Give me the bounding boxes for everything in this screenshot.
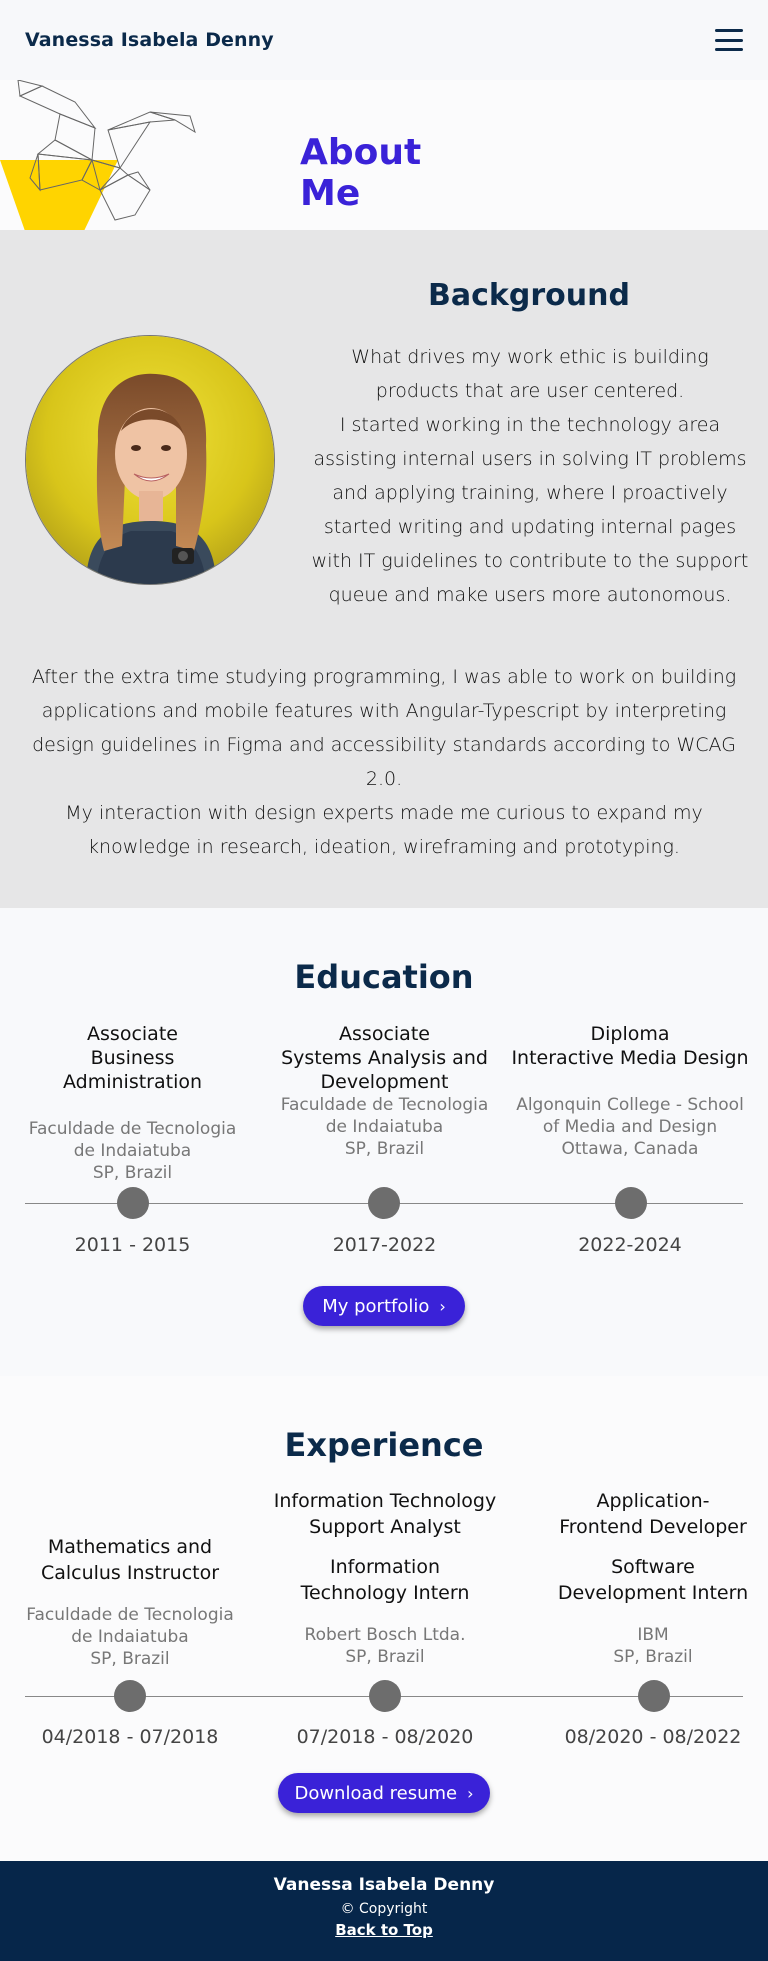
experience-item: Mathematics and Calculus Instructor Facu…	[15, 1534, 245, 1670]
top-navigation-bar: Vanessa Isabela Denny	[0, 0, 768, 80]
page-title: About Me	[300, 132, 422, 214]
school-location: SP, Brazil	[92, 1163, 173, 1183]
brand-name[interactable]: Vanessa Isabela Denny	[25, 29, 274, 51]
hamburger-line	[715, 29, 743, 32]
company-location: SP, Brazil	[613, 1647, 693, 1667]
download-resume-label: Download resume	[294, 1782, 458, 1804]
experience-dates: 08/2020 - 08/2022	[564, 1726, 742, 1748]
education-section: Education Associate Business Administrat…	[0, 908, 768, 1376]
degree-name: Interactive Media Design	[511, 1047, 749, 1069]
experience-section: Experience Mathematics and Calculus Inst…	[0, 1376, 768, 1861]
education-years: 2017-2022	[332, 1234, 437, 1256]
school-name: Faculdade de Tecnologia	[28, 1119, 237, 1139]
degree-name-line2: Development	[320, 1071, 449, 1093]
timeline-dot	[615, 1187, 647, 1219]
background-section: Background What drives my work ethic is …	[0, 230, 768, 908]
about-me-hero: About Me	[0, 80, 768, 302]
school-name-line2: de Indaiatuba	[325, 1117, 444, 1137]
experience-item: Application- Frontend Developer Software…	[538, 1488, 768, 1668]
back-to-top-link[interactable]: Back to Top	[335, 1921, 433, 1939]
job-title-line2: Development Intern	[557, 1582, 749, 1604]
job-title-previous-line2: Frontend Developer	[559, 1516, 747, 1538]
job-title: Information	[330, 1556, 440, 1578]
education-heading: Education	[294, 958, 474, 996]
company-name-line2: de Indaiatuba	[71, 1627, 189, 1647]
timeline-dot	[369, 1680, 401, 1712]
experience-dates: 07/2018 - 08/2020	[296, 1726, 474, 1748]
timeline-dot	[114, 1680, 146, 1712]
timeline-dot	[368, 1187, 400, 1219]
education-item: Associate Systems Analysis and Developme…	[272, 1022, 497, 1160]
job-title-previous-line2: Support Analyst	[309, 1516, 461, 1538]
copyright-text: © Copyright	[340, 1901, 428, 1917]
background-paragraph-2-text: I started working in the technology area…	[311, 414, 749, 606]
timeline-dot	[638, 1680, 670, 1712]
education-years: 2011 - 2015	[74, 1234, 191, 1256]
timeline-dot	[117, 1187, 149, 1219]
company-name: Faculdade de Tecnologia	[26, 1605, 234, 1625]
experience-dates: 04/2018 - 07/2018	[41, 1726, 219, 1748]
school-location: SP, Brazil	[344, 1139, 425, 1159]
hamburger-line	[715, 38, 743, 42]
job-title-line2: Technology Intern	[300, 1582, 470, 1604]
company-location: SP, Brazil	[90, 1649, 170, 1669]
degree-type: Associate	[87, 1023, 178, 1045]
school-name-line2: de Indaiatuba	[73, 1141, 192, 1161]
school-name: Faculdade de Tecnologia	[280, 1095, 489, 1115]
education-item: Diploma Interactive Media Design Algonqu…	[510, 1022, 750, 1160]
experience-item: Information Technology Support Analyst I…	[270, 1488, 500, 1668]
profile-photo	[25, 335, 275, 585]
job-title-line2: Calculus Instructor	[40, 1562, 220, 1584]
degree-name: Systems Analysis and	[281, 1047, 488, 1069]
hamburger-menu-icon[interactable]	[715, 29, 743, 51]
school-name-line2: of Media and Design	[542, 1117, 718, 1137]
school-name: Algonquin College - School	[516, 1095, 744, 1115]
degree-type: Diploma	[590, 1023, 670, 1045]
chevron-right-icon: ›	[439, 1296, 446, 1316]
job-title-previous: Application-	[596, 1490, 710, 1512]
company-name: IBM	[637, 1625, 669, 1645]
job-title-previous: Information Technology	[273, 1490, 497, 1512]
download-resume-button[interactable]: Download resume ›	[278, 1773, 490, 1813]
hamburger-line	[715, 48, 743, 51]
chevron-right-icon: ›	[467, 1783, 474, 1803]
footer: Vanessa Isabela Denny © Copyright Back t…	[0, 1861, 768, 1961]
education-years: 2022-2024	[578, 1234, 682, 1256]
school-location: Ottawa, Canada	[561, 1139, 699, 1159]
my-portfolio-button[interactable]: My portfolio ›	[303, 1286, 465, 1326]
job-title: Mathematics and	[47, 1536, 213, 1558]
footer-name: Vanessa Isabela Denny	[273, 1875, 495, 1895]
background-paragraph-3: After the extra time studying programmin…	[31, 666, 737, 790]
my-portfolio-label: My portfolio	[322, 1295, 430, 1317]
degree-name: Business Administration	[62, 1047, 203, 1093]
background-paragraph-1: What drives my work ethic is building pr…	[351, 346, 709, 402]
experience-heading: Experience	[284, 1426, 484, 1464]
education-item: Associate Business Administration Faculd…	[20, 1022, 245, 1184]
background-heading: Background	[428, 278, 630, 313]
company-name: Robert Bosch Ltda.	[304, 1625, 466, 1645]
company-location: SP, Brazil	[345, 1647, 425, 1667]
degree-type: Associate	[339, 1023, 430, 1045]
background-paragraph-4: My interaction with design experts made …	[65, 802, 703, 858]
job-title: Software	[611, 1556, 695, 1578]
